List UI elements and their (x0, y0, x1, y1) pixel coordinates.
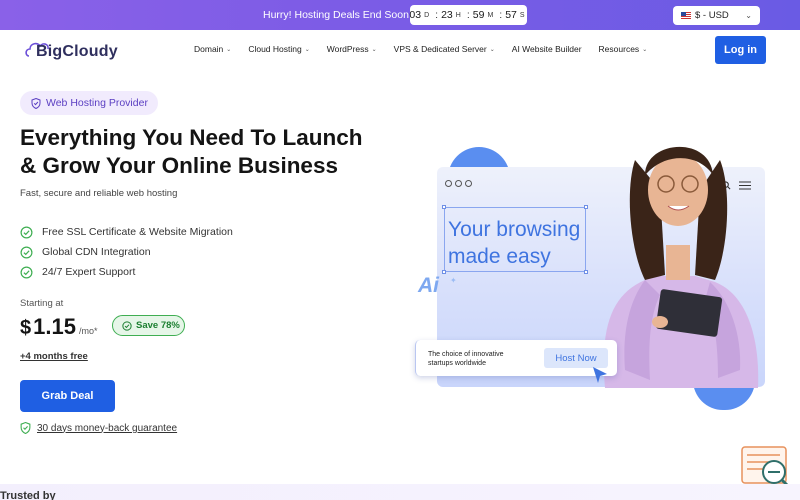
price-amount: 1.15 (33, 314, 76, 339)
host-card: The choice of innovative startups worldw… (415, 340, 617, 376)
promo-text: Hurry! Hosting Deals End Soon : (263, 9, 415, 21)
timer-seconds-unit: S (519, 11, 525, 19)
timer-days: 03 (409, 9, 422, 21)
feature-list: Free SSL Certificate & Website Migration… (20, 222, 233, 282)
check-circle-icon (20, 266, 33, 278)
trusted-by-heading: Trusted by (0, 490, 56, 500)
free-months-link[interactable]: +4 months free (20, 351, 88, 362)
nav-vps-dedicated[interactable]: VPS & Dedicated Server ⌄ (394, 44, 495, 54)
grab-deal-button[interactable]: Grab Deal (20, 380, 115, 412)
nav-wordpress[interactable]: WordPress ⌄ (327, 44, 377, 54)
currency-selector[interactable]: $ - USD ⌄ (673, 6, 760, 25)
card-text: The choice of innovative startups worldw… (428, 351, 504, 367)
chevron-down-icon: ⌄ (745, 11, 752, 20)
check-circle-icon (20, 246, 33, 258)
money-back-guarantee[interactable]: 30 days money-back guarantee (20, 422, 177, 434)
shield-icon (31, 97, 41, 109)
price-period: /mo* (78, 326, 98, 336)
trusted-band (0, 484, 800, 500)
page-title-line2: & Grow Your Online Business (20, 153, 338, 178)
nav-label: AI Website Builder (511, 44, 582, 54)
page-title-line1: Everything You Need To Launch (20, 125, 363, 150)
nav-label: VPS & Dedicated Server (393, 44, 487, 54)
nav-label: Resources (598, 44, 640, 54)
hero-illustration: Your browsing made easy Ai ✦ The choice … (410, 130, 790, 415)
guarantee-label: 30 days money-back guarantee (37, 422, 178, 434)
cursor-icon (593, 367, 607, 383)
timer-days-unit: D (424, 11, 430, 19)
provider-badge: Web Hosting Provider (20, 91, 158, 115)
nav-resources[interactable]: Resources ⌄ (599, 44, 648, 54)
feature-item: Free SSL Certificate & Website Migration (20, 222, 233, 242)
nav-ai-website-builder[interactable]: AI Website Builder (512, 44, 582, 54)
feature-label: 24/7 Expert Support (42, 266, 136, 278)
chevron-down-icon: ⌄ (226, 46, 232, 53)
shield-check-icon (20, 422, 31, 434)
main-nav: Domain ⌄ Cloud Hosting ⌄ WordPress ⌄ VPS & … (194, 44, 664, 54)
save-label: Save 78% (136, 320, 180, 331)
nav-label: Cloud Hosting (248, 44, 302, 54)
chevron-down-icon: ⌄ (642, 46, 648, 53)
browser-dots-icon (445, 180, 472, 187)
chevron-down-icon: ⌄ (371, 46, 377, 53)
timer-hours-unit: H (455, 11, 461, 19)
timer-seconds: 57 (505, 9, 517, 21)
hero-subtitle: Fast, secure and reliable web hosting (20, 188, 178, 199)
chevron-down-icon: ⌄ (304, 46, 310, 53)
feature-label: Free SSL Certificate & Website Migration (42, 226, 233, 238)
price-currency: $ (20, 317, 32, 339)
chevron-down-icon: ⌄ (489, 46, 495, 53)
nav-domain[interactable]: Domain ⌄ (194, 44, 231, 54)
sparkle-icon: ✦ (450, 276, 457, 285)
starting-at-label: Starting at (20, 298, 64, 309)
promo-bar: Hurry! Hosting Deals End Soon : 03 D: 23 H… (0, 0, 800, 30)
page-title: Everything You Need To Launch & Grow You… (20, 124, 400, 180)
illustration-headline: Your browsing made easy (448, 218, 581, 268)
save-badge: Save 78% (112, 315, 185, 336)
feature-item: 24/7 Expert Support (20, 262, 233, 282)
nav-label: Domain (194, 44, 224, 54)
check-circle-icon (122, 320, 132, 331)
feature-label: Global CDN Integration (42, 246, 151, 258)
logo-text[interactable]: BigCloudy (36, 43, 118, 61)
price: $ 1.15 /mo* (20, 314, 97, 340)
nav-cloud-hosting[interactable]: Cloud Hosting ⌄ (248, 44, 309, 54)
countdown-timer: 03 D: 23 H: 59 M: 57 S (409, 5, 527, 25)
feature-item: Global CDN Integration (20, 242, 233, 262)
currency-label: $ - USD (695, 10, 729, 21)
timer-minutes: 59 (472, 9, 485, 21)
timer-minutes-unit: M (487, 11, 494, 19)
timer-hours: 23 (441, 9, 453, 21)
check-circle-icon (20, 226, 33, 238)
nav-label: WordPress (326, 44, 369, 54)
login-button[interactable]: Log in (715, 36, 766, 64)
provider-badge-label: Web Hosting Provider (46, 97, 148, 109)
us-flag-icon (681, 12, 691, 19)
